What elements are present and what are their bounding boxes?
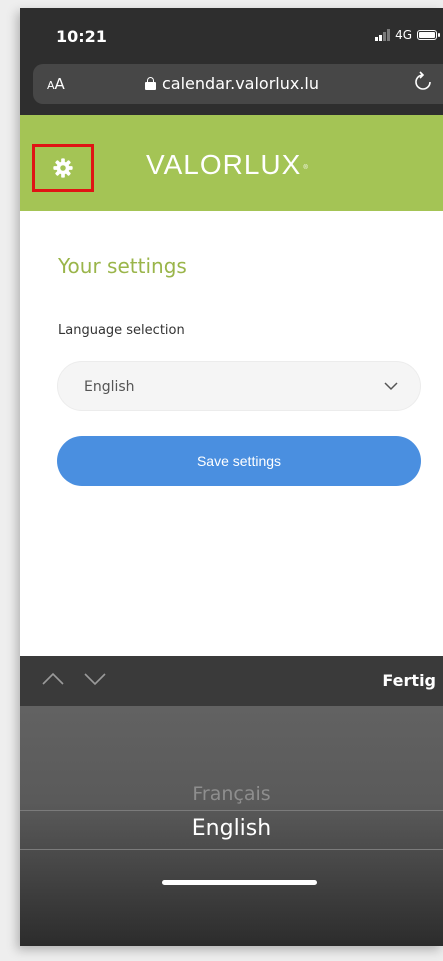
status-indicators: 4G [375,28,440,42]
language-select-value: English [84,379,135,395]
save-settings-button[interactable]: Save settings [57,436,421,486]
picker-option[interactable]: Français [20,783,443,805]
page-title: Your settings [58,254,187,278]
logo-text: VALORLUX [146,149,302,180]
address-bar[interactable]: AA calendar.valorlux.lu [33,64,443,104]
status-time: 10:21 [56,27,107,46]
site-header: VALORLUX ® [20,115,443,211]
text-size-button[interactable]: AA [47,75,65,93]
picker-option-selected[interactable]: English [20,816,443,841]
chevron-down-icon[interactable] [84,672,106,686]
url-display[interactable]: calendar.valorlux.lu [145,74,319,93]
chevron-down-icon [384,382,398,391]
language-picker-wheel[interactable]: Français English [20,706,443,946]
language-label: Language selection [58,323,185,338]
phone-screen: 10:21 4G AA calendar.valorlux.lu VALORLU… [20,8,443,946]
lock-icon [145,77,156,90]
settings-button[interactable] [32,144,94,192]
keyboard-accessory-bar: Fertig [20,656,443,706]
url-text: calendar.valorlux.lu [162,74,319,93]
home-indicator [162,880,317,885]
network-type: 4G [395,28,412,42]
chevron-up-icon[interactable] [42,672,64,686]
battery-icon [417,30,440,40]
valorlux-logo[interactable]: VALORLUX ® [146,149,309,181]
browser-chrome: 10:21 4G AA calendar.valorlux.lu [20,8,443,115]
language-select[interactable]: English [57,361,421,411]
done-button[interactable]: Fertig [382,671,436,690]
reload-icon[interactable] [413,71,433,98]
signal-icon [375,29,391,41]
gear-icon [53,158,73,178]
